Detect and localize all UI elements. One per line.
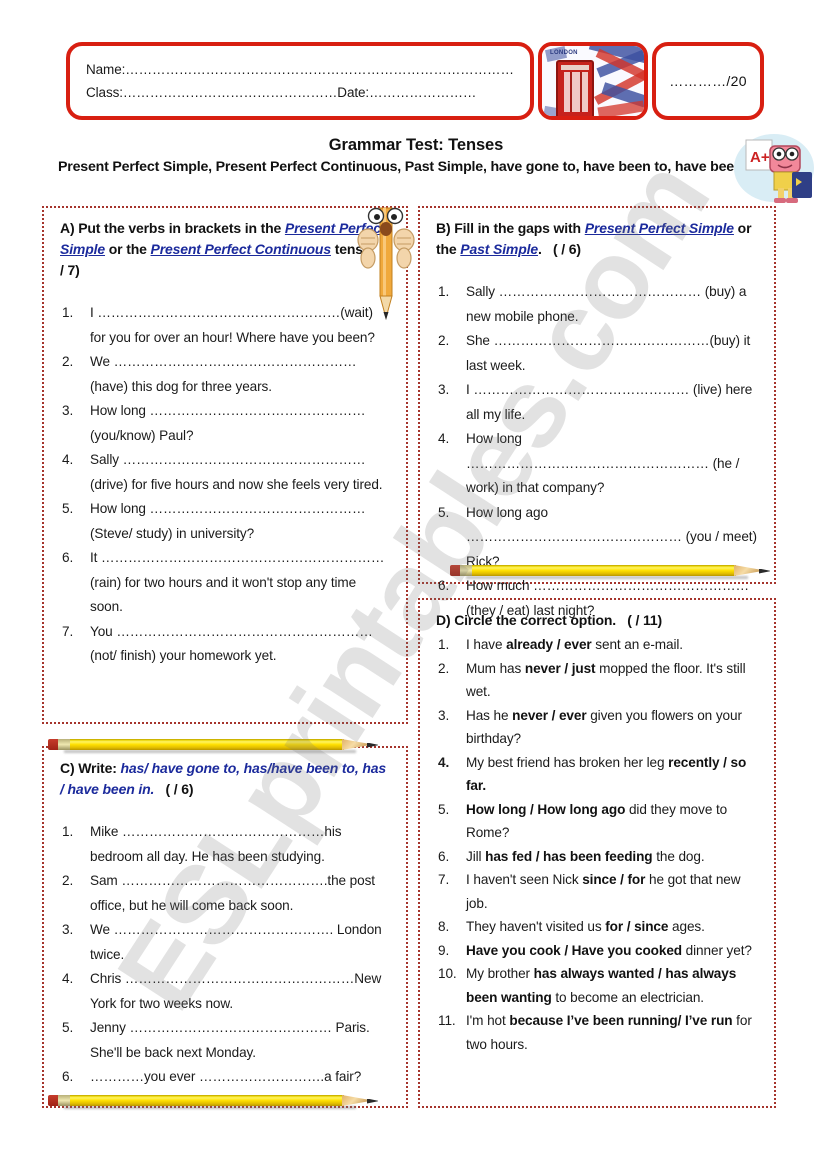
question-text: My brother [466, 966, 534, 981]
question-text: My best friend has broken her leg [466, 754, 669, 770]
answer-option[interactable]: never / ever [512, 708, 586, 723]
pencil-divider-b-icon [450, 562, 770, 579]
list-item[interactable]: How long ………………………………………… (Steve/ study)… [60, 497, 392, 546]
list-item[interactable]: Jill has fed / has been feeding the dog. [436, 845, 760, 869]
list-item[interactable]: Sally ……………………………………… (buy) a new mobile… [436, 280, 760, 329]
pencil-divider-c-top-icon [48, 736, 378, 753]
london-label: LONDON [550, 50, 578, 56]
list-item[interactable]: I ………………………………………………(wait) for you for o… [60, 301, 392, 350]
answer-option[interactable]: has fed / has been feeding [485, 849, 652, 864]
section-b: B) Fill in the gaps with Present Perfect… [418, 206, 776, 618]
page-title: Grammar Test: Tenses [328, 136, 504, 154]
question-text: to become an electrician. [551, 989, 704, 1005]
section-d-points: ( / 11) [627, 612, 662, 628]
list-item[interactable]: My best friend has broken her leg recent… [436, 751, 760, 798]
list-item[interactable]: …………you ever ……………………….a fair? [60, 1065, 392, 1090]
flag-art: LONDON [542, 46, 644, 116]
answer-option[interactable]: since / for [582, 872, 645, 887]
list-item[interactable]: How long / How long ago did they move to… [436, 798, 760, 845]
section-d-heading-text: D) Circle the correct option. [436, 612, 617, 628]
pencil-divider-c-bottom-icon [48, 1092, 378, 1109]
section-b-points: ( / 6) [552, 241, 581, 257]
list-item[interactable]: Sally ……………………………………………… (drive) for fiv… [60, 448, 392, 497]
section-c-points: ( / 6) [165, 781, 194, 797]
question-text: sent an e-mail. [591, 637, 683, 652]
section-c: C) Write: has/ have gone to, has/have be… [42, 746, 408, 1108]
list-item[interactable]: How long ……………………………………………… (he / work) … [436, 427, 760, 501]
list-item[interactable]: Mum has never / just mopped the floor. I… [436, 657, 760, 704]
question-text: I haven't seen Nick [466, 872, 583, 887]
answer-option[interactable]: How long / How long ago [466, 802, 625, 817]
list-item[interactable]: How long ………………………………………… (you/know) Pau… [60, 399, 392, 448]
answer-option[interactable]: already / ever [506, 637, 592, 652]
answer-option[interactable]: never / just [525, 661, 596, 676]
question-text: They haven't visited us [466, 919, 606, 934]
schoolboy-mascot-icon: A+ [734, 134, 814, 203]
list-item[interactable]: Mike ………………………………………his bedroom all day.… [60, 820, 392, 869]
question-text: Mum has [466, 660, 525, 676]
list-item[interactable]: My brother has always wanted / has alway… [436, 962, 760, 1009]
term-past-simple: Past Simple [460, 241, 539, 257]
section-d-questions: I have already / ever sent an e-mail. Mu… [436, 633, 760, 1056]
list-item[interactable]: I'm hot because I’ve been running/ I’ve … [436, 1009, 760, 1056]
list-item[interactable]: I have already / ever sent an e-mail. [436, 633, 760, 657]
list-item[interactable]: It ……………………………………………………… (rain) for two … [60, 546, 392, 620]
list-item[interactable]: Sam ……………………………………….the post office, but… [60, 869, 392, 918]
section-b-heading: B) Fill in the gaps with Present Perfect… [436, 220, 752, 257]
section-a-heading: A) Put the verbs in brackets in the Pres… [60, 218, 392, 281]
term-present-perfect-simple-b: Present Perfect Simple [584, 220, 734, 236]
answer-option[interactable]: Have you cook / Have you cooked [466, 943, 682, 958]
question-text: Jill [466, 848, 486, 864]
question-text: dinner yet? [682, 942, 752, 958]
question-text: Has he [466, 707, 513, 723]
header-row: Name:…………………………………………………………………………… Class… [66, 42, 766, 120]
section-d: D) Circle the correct option. ( / 11) I … [418, 598, 776, 1108]
list-item[interactable]: Has he never / ever given you flowers on… [436, 704, 760, 751]
worksheet-page: Name:…………………………………………………………………………… Class… [0, 0, 826, 1169]
section-c-heading: C) Write: has/ have gone to, has/have be… [60, 760, 386, 797]
question-text: ages. [668, 919, 705, 934]
term-present-perfect-continuous: Present Perfect Continuous [150, 241, 332, 257]
page-subtitle: Present Perfect Simple, Present Perfect … [58, 159, 759, 175]
section-a-questions: I ………………………………………………(wait) for you for o… [60, 301, 392, 669]
list-item[interactable]: We …………………………………………. London twice. [60, 918, 392, 967]
section-d-heading: D) Circle the correct option. ( / 11) [436, 610, 760, 631]
list-item[interactable]: I haven't seen Nick since / for he got t… [436, 868, 760, 915]
list-item[interactable]: You ………………………………………………… (not/ finish) yo… [60, 620, 392, 669]
class-date-field-line[interactable]: Class:…………………………………………Date:…………………… [86, 81, 516, 104]
answer-option[interactable]: for / since [605, 919, 668, 934]
svg-text:A+: A+ [750, 149, 770, 166]
score-value: …………/20 [669, 73, 747, 89]
pencil-character-icon [357, 207, 415, 320]
title-block: Grammar Test: Tenses Present Perfect Sim… [58, 136, 774, 177]
score-box[interactable]: …………/20 [652, 42, 764, 120]
phone-box-icon [556, 60, 594, 116]
list-item[interactable]: They haven't visited us for / since ages… [436, 915, 760, 939]
list-item[interactable]: She …………………………………………(buy) it last week. [436, 329, 760, 378]
section-a-heading-text: A) Put the verbs in brackets in the [60, 220, 285, 236]
answer-option[interactable]: because I’ve been running/ I’ve run [509, 1013, 732, 1028]
list-item[interactable]: I ………………………………………… (live) here all my li… [436, 378, 760, 427]
list-item[interactable]: We ……………………………………………… (have) this dog fo… [60, 350, 392, 399]
name-field-line[interactable]: Name:…………………………………………………………………………… [86, 58, 516, 81]
section-c-questions: Mike ………………………………………his bedroom all day.… [60, 820, 392, 1090]
list-item[interactable]: Have you cook / Have you cooked dinner y… [436, 939, 760, 963]
question-text: I have [466, 637, 507, 652]
question-text: I'm hot [466, 1013, 510, 1028]
name-class-date-box: Name:…………………………………………………………………………… Class… [66, 42, 534, 120]
list-item[interactable]: Chris ……………………………………………New York for two … [60, 967, 392, 1016]
uk-flag-image: LONDON [538, 42, 648, 120]
list-item[interactable]: Jenny ……………………………………… Paris. She'll be b… [60, 1016, 392, 1065]
question-text: the dog. [652, 848, 705, 864]
